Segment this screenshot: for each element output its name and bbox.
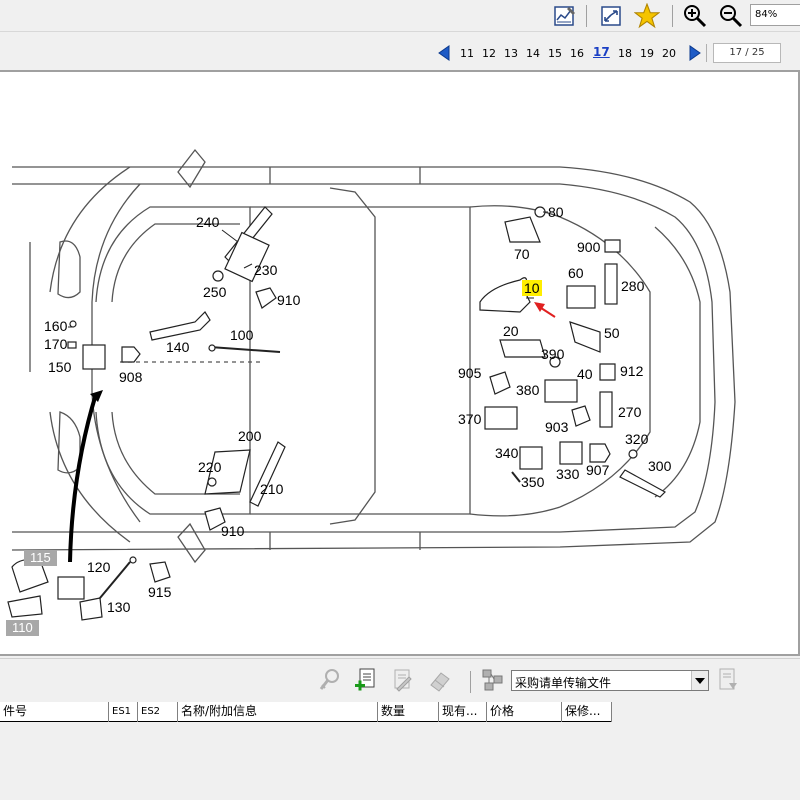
callout-100[interactable]: 100 (230, 328, 253, 342)
page-navigation: 11 12 13 14 15 16 17 18 19 20 (0, 40, 800, 66)
page-counter-field[interactable]: 17 / 25 (713, 43, 781, 63)
vehicle-outline-drawing (7, 148, 736, 621)
parts-diagram-viewer[interactable]: 80 70 240 230 250 910 900 60 280 10 20 5… (0, 70, 800, 656)
nav-separator (706, 44, 707, 62)
callout-60[interactable]: 60 (568, 266, 584, 280)
callout-170[interactable]: 170 (44, 337, 67, 351)
add-document-icon[interactable] (353, 667, 379, 693)
document-edit-icon[interactable] (389, 667, 415, 693)
callout-130[interactable]: 130 (107, 600, 130, 614)
callout-10-highlighted[interactable]: 10 (522, 280, 542, 296)
callout-140[interactable]: 140 (166, 340, 189, 354)
callout-380[interactable]: 380 (516, 383, 539, 397)
column-header-name-info[interactable]: 名称/附加信息 (178, 702, 378, 722)
callout-115[interactable]: 115 (24, 550, 57, 566)
column-header-es2[interactable]: ES2 (138, 702, 178, 722)
select-value: 采购请单传输文件 (515, 676, 612, 690)
callout-340[interactable]: 340 (495, 446, 518, 460)
eraser-icon[interactable] (427, 667, 453, 693)
callout-350[interactable]: 350 (521, 475, 544, 489)
chevron-down-icon[interactable] (691, 671, 708, 690)
column-header-stock[interactable]: 现有... (439, 702, 487, 722)
column-header-es1[interactable]: ES1 (109, 702, 138, 722)
chart-edit-icon[interactable] (552, 3, 578, 29)
page-link-11[interactable]: 11 (460, 47, 474, 60)
page-link-19[interactable]: 19 (640, 47, 654, 60)
page-link-16[interactable]: 16 (570, 47, 584, 60)
callout-230[interactable]: 230 (254, 263, 277, 277)
callout-220[interactable]: 220 (198, 460, 221, 474)
star-icon[interactable] (634, 3, 660, 29)
previous-page-icon[interactable] (437, 44, 451, 62)
bottom-toolbar: 采购请单传输文件 (0, 658, 800, 702)
callout-20[interactable]: 20 (503, 324, 519, 338)
export-target-select[interactable]: 采购请单传输文件 (511, 670, 709, 691)
callout-50[interactable]: 50 (604, 326, 620, 340)
callout-150[interactable]: 150 (48, 360, 71, 374)
callout-40[interactable]: 40 (577, 367, 593, 381)
toolbar-separator (470, 671, 471, 693)
callout-160[interactable]: 160 (44, 319, 67, 333)
callout-320[interactable]: 320 (625, 432, 648, 446)
page-link-13[interactable]: 13 (504, 47, 518, 60)
fit-page-icon[interactable] (598, 3, 624, 29)
page-link-18[interactable]: 18 (618, 47, 632, 60)
callout-907[interactable]: 907 (586, 463, 609, 477)
callout-120[interactable]: 120 (87, 560, 110, 574)
callout-330[interactable]: 330 (556, 467, 579, 481)
callout-210[interactable]: 210 (260, 482, 283, 496)
callout-903[interactable]: 903 (545, 420, 568, 434)
column-header-part-number[interactable]: 件号 (0, 702, 109, 722)
export-icon[interactable] (715, 667, 741, 693)
zoom-in-icon[interactable] (682, 3, 708, 29)
zoom-out-icon[interactable] (718, 3, 744, 29)
callout-70[interactable]: 70 (514, 247, 530, 261)
page-link-14[interactable]: 14 (526, 47, 540, 60)
callout-270[interactable]: 270 (618, 405, 641, 419)
column-header-warranty[interactable]: 保修... (562, 702, 612, 722)
column-header-quantity[interactable]: 数量 (378, 702, 439, 722)
callout-300[interactable]: 300 (648, 459, 671, 473)
page-link-15[interactable]: 15 (548, 47, 562, 60)
page-link-current[interactable]: 17 (593, 45, 610, 59)
callout-110[interactable]: 110 (6, 620, 39, 636)
table-header-row: 件号 ES1 ES2 名称/附加信息 数量 现有... 价格 保修... (0, 702, 612, 722)
callout-910[interactable]: 910 (277, 293, 300, 307)
column-header-price[interactable]: 价格 (487, 702, 562, 722)
callout-912[interactable]: 912 (620, 364, 643, 378)
callout-915[interactable]: 915 (148, 585, 171, 599)
callout-370[interactable]: 370 (458, 412, 481, 426)
page-link-12[interactable]: 12 (482, 47, 496, 60)
parts-table: 件号 ES1 ES2 名称/附加信息 数量 现有... 价格 保修... (0, 702, 800, 800)
toolbar-separator (672, 5, 673, 27)
search-key-icon[interactable] (318, 667, 344, 693)
zoom-level-field[interactable]: 84% (750, 4, 800, 26)
callout-240[interactable]: 240 (196, 215, 219, 229)
callout-908[interactable]: 908 (119, 370, 142, 384)
top-toolbar: 84% (0, 0, 800, 32)
callout-80[interactable]: 80 (548, 205, 564, 219)
callout-200[interactable]: 200 (238, 429, 261, 443)
page-link-20[interactable]: 20 (662, 47, 676, 60)
callout-280[interactable]: 280 (621, 279, 644, 293)
network-icon[interactable] (480, 667, 506, 693)
callout-250[interactable]: 250 (203, 285, 226, 299)
callout-905[interactable]: 905 (458, 366, 481, 380)
callout-390[interactable]: 390 (541, 347, 564, 361)
callout-910-lower[interactable]: 910 (221, 524, 244, 538)
next-page-icon[interactable] (688, 44, 702, 62)
toolbar-separator (586, 5, 587, 27)
callout-900[interactable]: 900 (577, 240, 600, 254)
